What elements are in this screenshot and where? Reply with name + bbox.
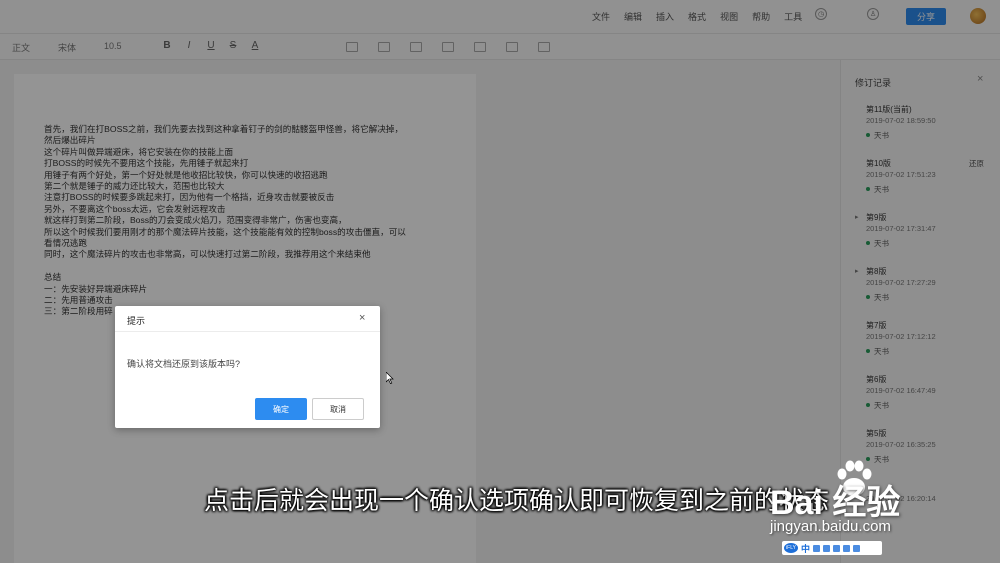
baidu-watermark: Bai 经验 jingyan.baidu.com	[770, 450, 980, 542]
punctuation-icon[interactable]	[823, 544, 831, 552]
mic-icon[interactable]	[833, 544, 841, 552]
watermark-brand: Bai 经验	[770, 484, 901, 522]
video-subtitle: 点击后就会出现一个确认选项确认即可恢复到之前的状态	[204, 487, 830, 515]
cancel-button[interactable]: 取消	[312, 398, 364, 420]
watermark-url: jingyan.baidu.com	[770, 518, 891, 535]
dialog-close-icon[interactable]: ×	[359, 312, 365, 324]
dialog-title: 提示	[127, 316, 146, 326]
keyboard-icon[interactable]	[843, 544, 851, 552]
ime-mode[interactable]: 中	[801, 542, 810, 555]
moon-icon[interactable]	[813, 544, 821, 552]
ime-toolbar: iFLY 中	[782, 541, 882, 555]
settings-icon[interactable]	[853, 544, 861, 552]
ime-logo[interactable]: iFLY	[784, 543, 798, 553]
dialog-header: 提示 ×	[115, 306, 380, 332]
mouse-cursor-icon	[386, 372, 394, 384]
confirm-dialog: 提示 × 确认将文档还原到该版本吗? 确定 取消	[115, 306, 380, 428]
confirm-button[interactable]: 确定	[255, 398, 307, 420]
dialog-message: 确认将文档还原到该版本吗?	[127, 359, 241, 369]
